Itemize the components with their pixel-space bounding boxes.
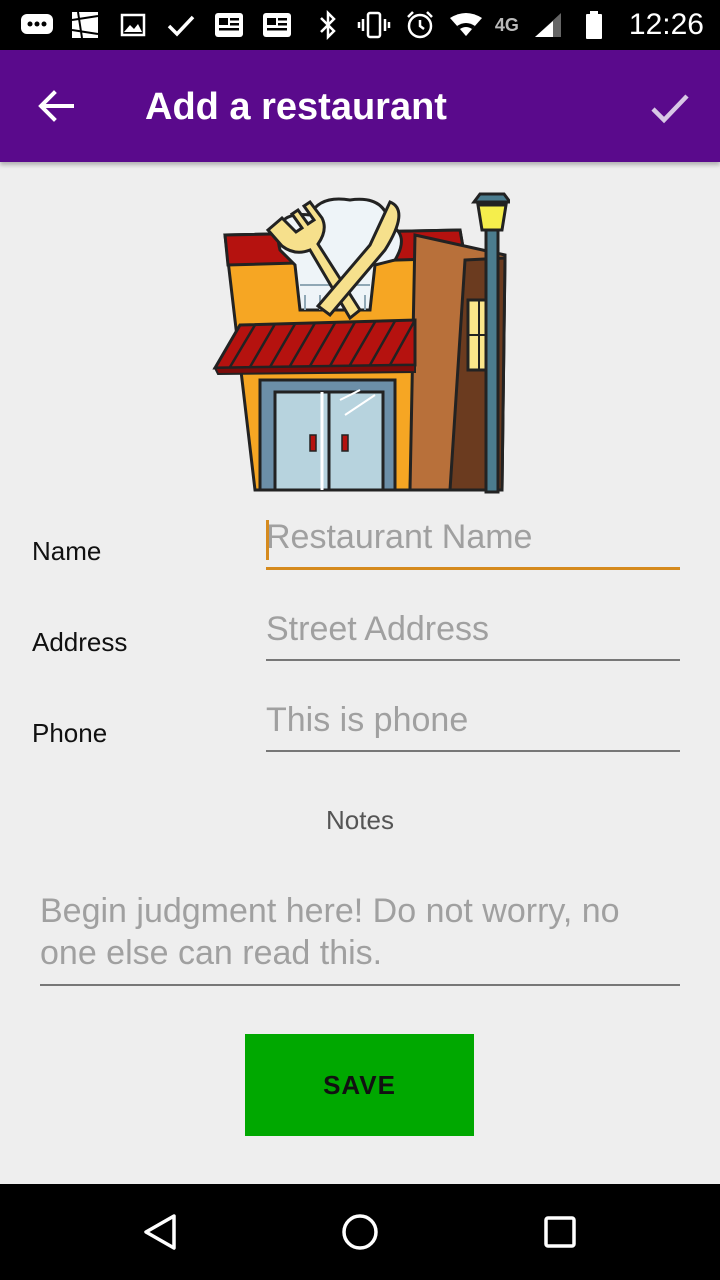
clock: 12:26: [628, 8, 704, 41]
recents-square-icon: [544, 1216, 576, 1248]
phone-label: Phone: [32, 718, 108, 748]
navigation-bar: [0, 1184, 720, 1280]
notes-label: Notes: [326, 805, 394, 835]
bluetooth-icon: [311, 10, 345, 40]
notes-field[interactable]: [40, 890, 680, 986]
app-bar: Add a restaurant: [0, 50, 720, 162]
confirm-button[interactable]: [640, 80, 700, 136]
wifi-icon: [449, 10, 483, 40]
check-icon: [164, 10, 198, 40]
home-circle-icon: [342, 1214, 378, 1250]
back-button[interactable]: [26, 78, 86, 134]
name-row: Name: [0, 514, 720, 584]
image-icon: [116, 10, 150, 40]
vibrate-icon: [357, 10, 391, 40]
signal-icon: [531, 10, 565, 40]
phone-input[interactable]: [266, 696, 680, 752]
save-button[interactable]: SAVE: [245, 1034, 474, 1136]
back-nav-button[interactable]: [130, 1202, 190, 1262]
home-nav-button[interactable]: [330, 1202, 390, 1262]
recents-nav-button[interactable]: [530, 1202, 590, 1262]
restaurant-name-input[interactable]: [266, 514, 680, 570]
address-row: Address: [0, 605, 720, 675]
phone-row: Phone: [0, 696, 720, 766]
arrow-left-icon: [38, 90, 74, 122]
gallery-icon: [68, 10, 102, 40]
news-icon: [260, 10, 294, 40]
battery-icon: [577, 10, 611, 40]
status-bar: 4G 12:26: [0, 0, 720, 50]
street-address-input[interactable]: [266, 605, 680, 661]
alarm-icon: [403, 10, 437, 40]
back-triangle-icon: [144, 1214, 176, 1250]
check-icon: [651, 94, 689, 124]
network-type: 4G: [494, 14, 519, 35]
text-cursor: [266, 520, 269, 560]
page-title: Add a restaurant: [145, 86, 447, 128]
news-icon: [212, 10, 246, 40]
notification-icons: [20, 8, 294, 42]
messages-icon: [20, 10, 54, 40]
restaurant-illustration: [212, 192, 510, 494]
address-label: Address: [32, 627, 128, 657]
system-icons: 4G 12:26: [311, 8, 704, 42]
name-label: Name: [32, 536, 102, 566]
